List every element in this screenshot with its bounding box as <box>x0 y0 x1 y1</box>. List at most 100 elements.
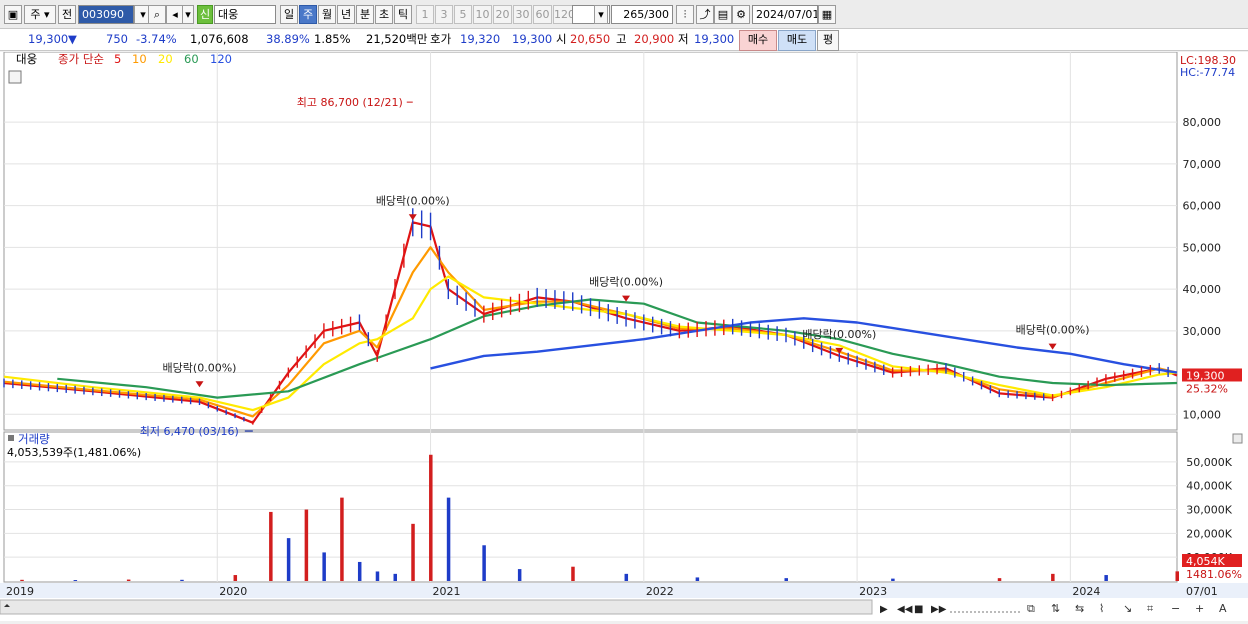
chart-tool-icon[interactable]: ⧉ <box>1027 602 1035 615</box>
volume-bar <box>286 538 291 581</box>
price-y-tick-label: 80,000 <box>1183 116 1222 129</box>
period-tab[interactable]: 틱 <box>394 5 412 24</box>
stock-name-field[interactable]: 대웅 <box>214 5 276 24</box>
open-label: 시 <box>556 32 567 46</box>
chart-tool-icon[interactable]: − <box>1171 602 1180 615</box>
chart-tool-icon[interactable]: + <box>1195 602 1204 615</box>
x-tick-label: 2021 <box>433 585 461 598</box>
x-axis-band <box>0 583 1248 598</box>
x-tick-label: 07/01 <box>1186 585 1218 598</box>
interval-button[interactable]: 30 <box>513 5 532 24</box>
interval-button[interactable]: 60 <box>533 5 552 24</box>
ex-dividend-label: 배당락(0.00%) <box>376 194 450 207</box>
volume-y-tick-label: 40,000K <box>1186 480 1232 493</box>
chart-menu-icon[interactable] <box>8 70 22 84</box>
volume-bar <box>411 523 415 581</box>
x-tick-label: 2023 <box>859 585 887 598</box>
period-tab[interactable]: 분 <box>356 5 374 24</box>
period-tab[interactable]: 일 <box>280 5 298 24</box>
volume-bar <box>1175 571 1179 581</box>
price-y-tick-label: 10,000 <box>1183 408 1222 421</box>
change-arrow-icon: ▼ <box>68 32 77 46</box>
playback-control-icon[interactable]: ▶▶ <box>931 604 947 615</box>
horizontal-scrollbar[interactable] <box>0 599 873 615</box>
volume-bar <box>233 575 238 581</box>
volume-bar <box>1051 573 1055 581</box>
bar-count-field[interactable]: 265/300 <box>611 5 673 24</box>
legend-entry[interactable]: 20 <box>158 52 173 66</box>
date-input[interactable]: 2024/07/01 <box>752 5 818 24</box>
period-tab[interactable]: 년 <box>337 5 355 24</box>
volume-bar <box>269 511 273 581</box>
new-listing-badge: 신 <box>197 5 213 24</box>
legend-entry[interactable]: 5 <box>114 52 121 66</box>
market-select[interactable]: 주 ▾ <box>24 5 56 24</box>
volume-bar <box>1104 575 1108 581</box>
evaluation-button[interactable]: 평 <box>817 30 839 51</box>
volume-bar <box>784 578 788 581</box>
price-change: 750 <box>106 32 128 46</box>
last-volume-label: 4,054K <box>1186 555 1225 568</box>
volume-bar <box>446 497 451 581</box>
interval-button[interactable]: 20 <box>493 5 512 24</box>
window-icon[interactable]: ▣ <box>4 5 22 24</box>
chart-tool-icon[interactable]: ⇆ <box>1075 602 1084 615</box>
price-y-tick-label: 60,000 <box>1183 200 1222 213</box>
volume-bar <box>997 578 1002 581</box>
buy-button[interactable]: 매수 <box>739 30 777 51</box>
period-tab[interactable]: 초 <box>375 5 393 24</box>
volume-bar <box>891 578 895 581</box>
interval-button[interactable]: 10 <box>473 5 492 24</box>
small-dropdown-icon[interactable]: ▾ <box>182 5 194 24</box>
x-tick-label: 2020 <box>219 585 247 598</box>
chart-tool-icon[interactable]: ⌇ <box>1099 602 1104 615</box>
volume-bar <box>340 497 344 581</box>
legend-entry[interactable]: 10 <box>132 52 147 66</box>
search-icon[interactable]: ⌕ <box>148 5 166 24</box>
ratio-pct: 1.85% <box>314 32 351 46</box>
ex-dividend-label: 배당락(0.00%) <box>163 361 237 374</box>
chart-canvas[interactable]: 10,00020,00030,00040,00050,00060,00070,0… <box>0 51 1248 621</box>
prev-button[interactable]: 전 <box>58 5 76 24</box>
interval-dropdown-icon[interactable]: ▾ <box>594 5 608 24</box>
toolbar: ▣ 주 ▾ 전 003090 ▾ ⌕ ◂ ▾ 신 대웅 일주월년분초틱 1351… <box>0 0 1248 29</box>
playback-control-icon[interactable]: ▶ <box>880 604 888 615</box>
chart-tool-icon[interactable]: ⌗ <box>1147 602 1153 615</box>
sell-button[interactable]: 매도 <box>778 30 816 51</box>
interval-button[interactable]: 5 <box>454 5 472 24</box>
playback-control-icon[interactable]: ◀◀ <box>897 604 913 615</box>
high-annotation: 최고 86,700 (12/21) <box>297 96 403 109</box>
candle-type-icon[interactable]: ⫶ <box>676 5 694 24</box>
chart-tool-icon[interactable]: A <box>1219 602 1227 615</box>
calendar-icon[interactable]: ▦ <box>818 5 836 24</box>
interval-button[interactable]: 1 <box>416 5 434 24</box>
volume-y-tick-label: 30,000K <box>1186 504 1232 517</box>
volume-bar <box>126 579 131 581</box>
low-label: 저 <box>678 32 689 46</box>
chart-area[interactable]: 10,00020,00030,00040,00050,00060,00070,0… <box>0 51 1248 621</box>
draw-tool-icon[interactable]: ⤴ <box>696 5 714 24</box>
low-annotation: 최저 6,470 (03/16) <box>140 425 239 438</box>
volume-bar <box>393 573 397 581</box>
volume-panel-close-icon[interactable] <box>1232 433 1243 444</box>
x-tick-label: 2022 <box>646 585 674 598</box>
chart-tool-icon[interactable]: ↘ <box>1123 602 1132 615</box>
volume-bar <box>517 569 522 581</box>
interval-button[interactable]: 120 <box>553 5 575 24</box>
open-value: 20,650 <box>570 32 611 46</box>
volume-bar <box>322 552 326 581</box>
high-label: 고 <box>616 32 627 46</box>
legend-entry[interactable]: 120 <box>210 52 232 66</box>
period-tab[interactable]: 주 <box>299 5 317 24</box>
save-icon[interactable]: ▤ <box>714 5 732 24</box>
period-tab[interactable]: 월 <box>318 5 336 24</box>
playback-control-icon[interactable]: ■ <box>914 604 923 615</box>
last-volume-pct: 1481.06% <box>1186 568 1242 581</box>
interval-button[interactable]: 3 <box>435 5 453 24</box>
chart-tool-icon[interactable]: ⇅ <box>1051 602 1060 615</box>
legend-entry[interactable]: 60 <box>184 52 199 66</box>
stock-code-input[interactable]: 003090 <box>78 5 134 24</box>
volume-title: 거래량 <box>18 432 50 446</box>
settings-gear-icon[interactable]: ⚙ <box>732 5 750 24</box>
quote-bid: 19,300 <box>512 32 553 46</box>
